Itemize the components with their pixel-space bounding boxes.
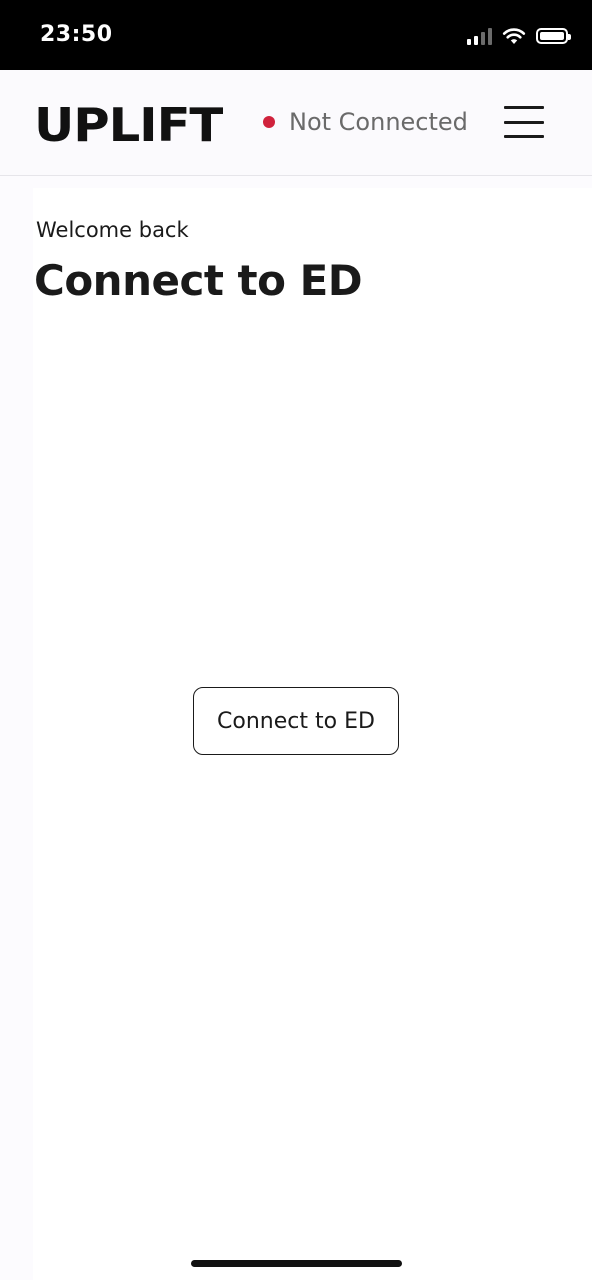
connection-status: Not Connected — [263, 108, 468, 136]
wifi-icon — [502, 28, 526, 44]
home-indicator[interactable] — [191, 1260, 402, 1267]
signal-icon — [467, 27, 492, 45]
battery-icon — [536, 28, 571, 44]
status-time: 23:50 — [40, 22, 113, 47]
status-bar: 23:50 — [0, 0, 592, 70]
status-dot-icon — [263, 116, 275, 128]
status-icons — [467, 26, 571, 46]
app-header: UPLIFT Not Connected — [0, 70, 592, 176]
hamburger-menu-icon[interactable] — [504, 106, 544, 138]
connect-to-ed-button[interactable]: Connect to ED — [193, 687, 399, 755]
connection-status-text: Not Connected — [289, 108, 468, 136]
welcome-text: Welcome back — [36, 218, 189, 242]
page-title: Connect to ED — [34, 256, 363, 305]
uplift-logo: UPLIFT — [34, 98, 223, 152]
